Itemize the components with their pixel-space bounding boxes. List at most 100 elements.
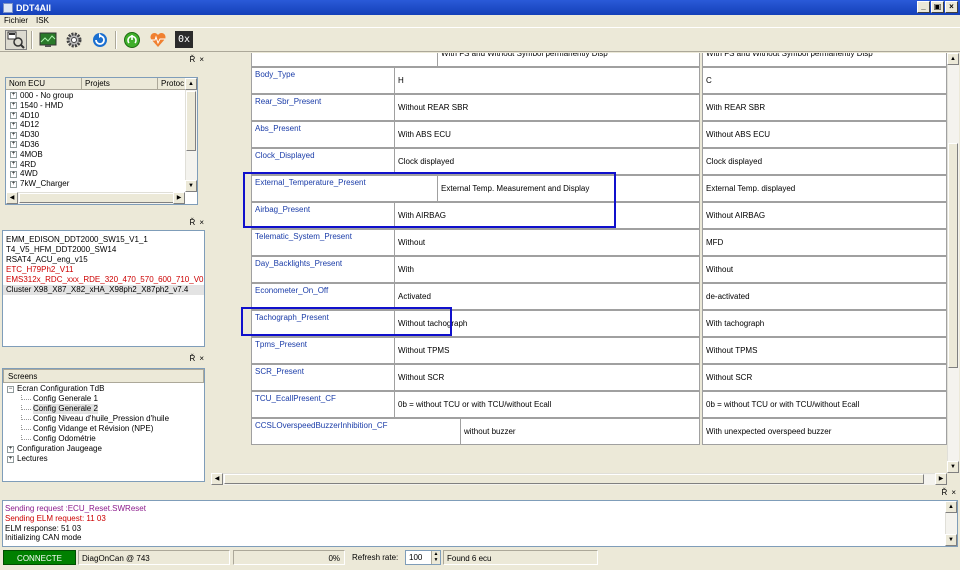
expand-plus-icon[interactable]: + bbox=[10, 141, 17, 149]
expand-plus-icon[interactable]: + bbox=[10, 92, 17, 100]
expand-plus-icon[interactable]: + bbox=[7, 445, 14, 453]
screen-tree-item[interactable]: Config Niveau d'huile_Pression d'huile bbox=[3, 414, 204, 424]
ecu-list[interactable]: Nom ECU Projets Protoc +000 - No group +1… bbox=[5, 77, 198, 205]
menu-fichier[interactable]: Fichier bbox=[4, 15, 28, 27]
hex-button[interactable]: 0x bbox=[173, 30, 195, 50]
dock-close-icon[interactable]: × bbox=[199, 55, 204, 64]
project-item[interactable]: ETC_H79Ph2_V11 bbox=[3, 265, 204, 275]
param-value-field[interactable]: Without TPMS bbox=[394, 337, 700, 364]
ecu-list-vscroll[interactable]: ▲ ▼ bbox=[185, 78, 197, 192]
scroll-thumb[interactable] bbox=[224, 474, 924, 484]
expand-plus-icon[interactable]: + bbox=[10, 151, 17, 159]
ecu-tree-item[interactable]: +4D30 bbox=[6, 130, 197, 140]
expand-plus-icon[interactable]: + bbox=[7, 455, 14, 463]
dock-restore-icon[interactable]: Ř bbox=[190, 55, 196, 64]
project-item[interactable]: RSAT4_ACU_eng_v15 bbox=[3, 255, 204, 265]
scroll-up-arrow-icon[interactable]: ▲ bbox=[185, 78, 197, 90]
scroll-down-arrow-icon[interactable]: ▼ bbox=[947, 461, 959, 473]
dock-close-icon[interactable]: × bbox=[199, 218, 204, 227]
maximize-button[interactable]: ▣ bbox=[931, 1, 944, 13]
scroll-thumb[interactable] bbox=[19, 193, 174, 203]
screen-tree-item[interactable]: − Ecran Configuration TdB bbox=[3, 384, 204, 394]
dashboard-button[interactable] bbox=[37, 30, 59, 50]
param-value-field[interactable]: H bbox=[394, 67, 700, 94]
collapse-minus-icon[interactable]: − bbox=[7, 385, 14, 393]
screen-tree-item[interactable]: Config Odométrie bbox=[3, 434, 204, 444]
dock-close-icon[interactable]: × bbox=[951, 488, 956, 497]
screens-header[interactable]: Screens bbox=[3, 369, 204, 383]
scroll-down-arrow-icon[interactable]: ▼ bbox=[185, 180, 197, 192]
project-item[interactable]: T4_V5_HFM_DDT2000_SW14 bbox=[3, 245, 204, 255]
refresh-rate-spinbox[interactable]: 100 ▲ ▼ bbox=[405, 550, 441, 565]
dock-close-icon[interactable]: × bbox=[199, 354, 204, 363]
scroll-up-arrow-icon[interactable]: ▲ bbox=[945, 501, 957, 513]
expand-plus-icon[interactable]: + bbox=[10, 121, 17, 129]
screen-tree-item[interactable]: + Lectures bbox=[3, 454, 204, 464]
project-item[interactable]: Cluster X98_X87_X82_xHA_X98ph2_X87ph2_v7… bbox=[3, 285, 204, 295]
ecu-tree-item[interactable]: +4RD bbox=[6, 160, 197, 170]
param-value-field[interactable]: With ABS ECU bbox=[394, 121, 700, 148]
ecu-tree-item[interactable]: +4D10 bbox=[6, 111, 197, 121]
param-value-field[interactable]: Activated bbox=[394, 283, 700, 310]
scroll-left-arrow-icon[interactable]: ◀ bbox=[6, 192, 18, 204]
spinbox-arrows-icon[interactable]: ▲ ▼ bbox=[431, 551, 440, 564]
ecu-tree-item[interactable]: +7kW_Charger bbox=[6, 179, 197, 189]
ecu-tree-item[interactable]: +4D36 bbox=[6, 140, 197, 150]
param-row-ccsloverspeedbuzzerinhibition-cf: CCSLOverspeedBuzzerInhibition_CF without … bbox=[251, 418, 947, 445]
ecu-tree-item[interactable]: +1540 - HMD bbox=[6, 101, 197, 111]
expand-plus-icon[interactable]: + bbox=[10, 160, 17, 168]
screen-tree-item[interactable]: Config Vidange et Révision (NPE) bbox=[3, 424, 204, 434]
parameter-hscroll[interactable]: ◀ ▶ bbox=[211, 473, 947, 485]
heart-monitor-button[interactable] bbox=[147, 30, 169, 50]
settings-button[interactable] bbox=[63, 30, 85, 50]
scan-ecu-button[interactable] bbox=[5, 29, 27, 50]
project-item[interactable]: EMS312x_RDC_xxx_RDE_320_470_570_600_710_… bbox=[3, 275, 204, 285]
column-header-nom-ecu[interactable]: Nom ECU bbox=[6, 78, 82, 89]
scroll-right-arrow-icon[interactable]: ▶ bbox=[173, 192, 185, 204]
scroll-down-arrow-icon[interactable]: ▼ bbox=[945, 534, 957, 546]
screen-tree-item[interactable]: + Configuration Jaugeage bbox=[3, 444, 204, 454]
dock-restore-icon[interactable]: Ř bbox=[190, 354, 196, 363]
connect-button[interactable] bbox=[121, 30, 143, 50]
dock-restore-icon[interactable]: Ř bbox=[942, 488, 948, 497]
ecu-tree-item[interactable]: +4WD bbox=[6, 169, 197, 179]
scroll-up-arrow-icon[interactable]: ▲ bbox=[947, 53, 959, 65]
param-value-field[interactable]: Without REAR SBR bbox=[394, 94, 700, 121]
parameter-vscroll[interactable]: ▲ ▼ bbox=[947, 53, 959, 473]
param-value-field[interactable]: Clock displayed bbox=[394, 148, 700, 175]
param-value-field[interactable]: without buzzer bbox=[460, 418, 700, 445]
ecu-tree-item[interactable]: +4MOB bbox=[6, 150, 197, 160]
log-vscroll[interactable]: ▲ ▼ bbox=[945, 501, 957, 546]
project-item[interactable]: EMM_EDISON_DDT2000_SW15_V1_1 bbox=[3, 235, 204, 245]
screen-tree-item[interactable]: Config Generale 1 bbox=[3, 394, 204, 404]
param-value-field[interactable]: 0b = without TCU or with TCU/without Eca… bbox=[394, 391, 700, 418]
scroll-right-arrow-icon[interactable]: ▶ bbox=[935, 473, 947, 485]
refresh-button[interactable] bbox=[89, 30, 111, 50]
screen-tree-item[interactable]: Config Generale 2 bbox=[3, 404, 204, 414]
close-button[interactable]: × bbox=[945, 1, 958, 13]
param-value-field[interactable]: With bbox=[394, 256, 700, 283]
param-value-field[interactable]: Without bbox=[394, 229, 700, 256]
minimize-button[interactable]: _ bbox=[917, 1, 930, 13]
scroll-thumb[interactable] bbox=[186, 91, 196, 151]
expand-plus-icon[interactable]: + bbox=[10, 131, 17, 139]
dock-restore-icon[interactable]: Ř bbox=[190, 218, 196, 227]
param-value-field[interactable]: With FS and Without Symbol permanently D… bbox=[437, 53, 700, 67]
param-row-telematic-system-present: Telematic_System_Present Without MFD bbox=[251, 229, 947, 256]
ecu-tree-item[interactable]: +000 - No group bbox=[6, 91, 197, 101]
projects-list[interactable]: EMM_EDISON_DDT2000_SW15_V1_1 T4_V5_HFM_DD… bbox=[2, 230, 205, 347]
expand-plus-icon[interactable]: + bbox=[10, 111, 17, 119]
expand-plus-icon[interactable]: + bbox=[10, 180, 17, 188]
expand-plus-icon[interactable]: + bbox=[10, 102, 17, 110]
menu-isk[interactable]: ISK bbox=[36, 15, 49, 27]
ecu-list-hscroll[interactable]: ◀ ▶ bbox=[6, 192, 185, 204]
column-header-projets[interactable]: Projets bbox=[82, 78, 158, 89]
log-output[interactable]: Sending request :ECU_Reset.SWReset Sendin… bbox=[2, 500, 958, 547]
ecu-tree-item[interactable]: +4D12 bbox=[6, 120, 197, 130]
screens-tree[interactable]: Screens − Ecran Configuration TdB Config G… bbox=[2, 368, 205, 482]
expand-plus-icon[interactable]: + bbox=[10, 170, 17, 178]
scroll-left-arrow-icon[interactable]: ◀ bbox=[211, 473, 223, 485]
param-value-field[interactable]: Without SCR bbox=[394, 364, 700, 391]
scroll-thumb[interactable] bbox=[948, 143, 958, 368]
column-header-protocole[interactable]: Protoc bbox=[158, 78, 186, 89]
